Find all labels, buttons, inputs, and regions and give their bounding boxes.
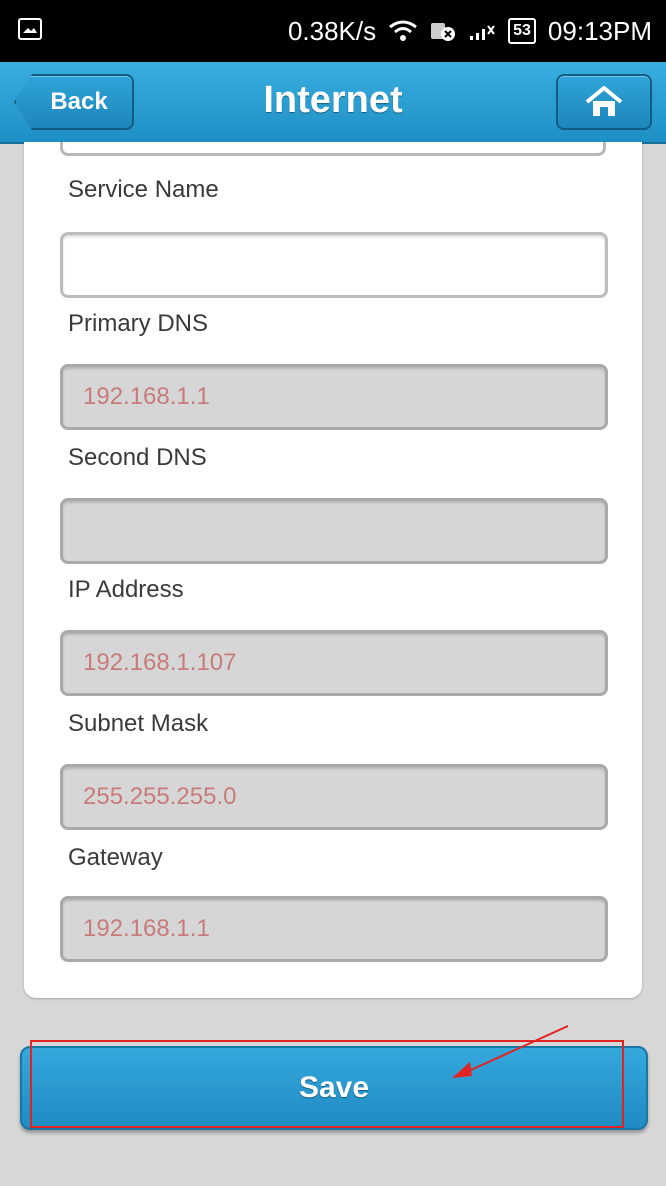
form-panel: Service Name Primary DNS 192.168.1.1 Sec… bbox=[24, 142, 642, 998]
primary-dns-label: Primary DNS bbox=[68, 310, 209, 337]
header: Internet Back bbox=[0, 62, 666, 144]
primary-dns-input[interactable]: 192.168.1.1 bbox=[60, 364, 608, 430]
gateway-input[interactable]: 192.168.1.1 bbox=[60, 896, 608, 962]
status-bar: 0.38K/s 53 09:13PM bbox=[0, 0, 666, 62]
arrow-annotation bbox=[452, 1025, 569, 1078]
service-name-input[interactable] bbox=[60, 232, 608, 298]
screenshot-icon bbox=[18, 18, 42, 40]
second-dns-input[interactable] bbox=[60, 498, 608, 564]
clock: 09:13PM bbox=[547, 15, 652, 46]
home-icon bbox=[585, 86, 623, 116]
battery-icon: 53 bbox=[508, 18, 536, 44]
previous-field-input[interactable] bbox=[60, 142, 606, 156]
ip-address-label: IP Address bbox=[68, 576, 184, 603]
second-dns-label: Second DNS bbox=[68, 444, 207, 471]
service-name-label: Service Name bbox=[68, 176, 219, 203]
back-button[interactable]: Back bbox=[14, 74, 134, 130]
status-right: 0.38K/s 53 09:13PM bbox=[288, 0, 652, 62]
home-button[interactable] bbox=[556, 74, 652, 130]
subnet-mask-input[interactable]: 255.255.255.0 bbox=[60, 764, 608, 830]
ip-address-input[interactable]: 192.168.1.107 bbox=[60, 630, 608, 696]
sim-blocked-icon bbox=[430, 20, 456, 42]
back-label: Back bbox=[50, 88, 108, 115]
net-speed: 0.38K/s bbox=[287, 15, 377, 46]
signal-icon bbox=[468, 20, 496, 42]
wifi-icon bbox=[388, 19, 418, 43]
subnet-mask-label: Subnet Mask bbox=[68, 710, 209, 737]
gateway-label: Gateway bbox=[68, 844, 163, 871]
